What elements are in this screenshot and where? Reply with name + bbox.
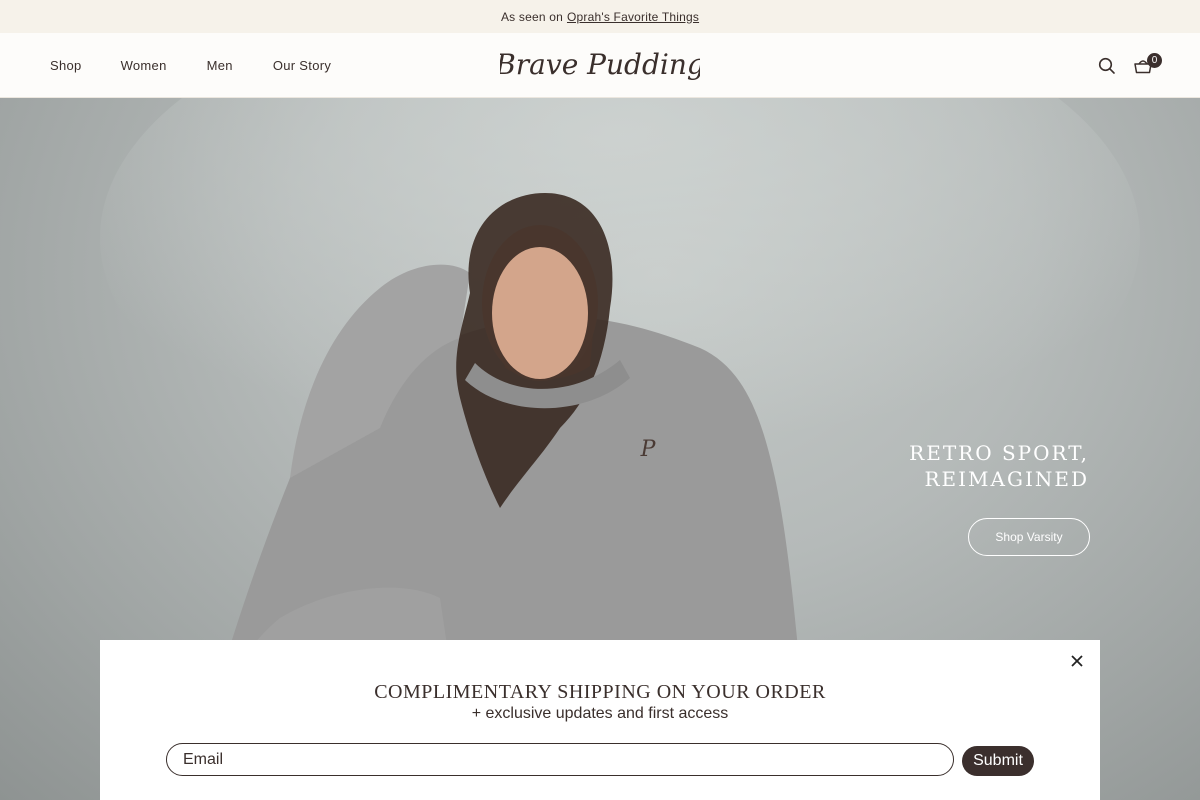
brand-logo[interactable]: Brave Pudding bbox=[494, 43, 705, 87]
email-field[interactable] bbox=[166, 743, 954, 776]
main-nav: Shop Women Men Our Story bbox=[50, 33, 331, 98]
nav-men[interactable]: Men bbox=[207, 58, 233, 73]
hero-title-line1: RETRO SPORT, bbox=[909, 441, 1089, 465]
search-icon[interactable] bbox=[1094, 53, 1120, 79]
brand-logo-text: Brave Pudding bbox=[500, 48, 700, 81]
nav-our-story[interactable]: Our Story bbox=[273, 58, 331, 73]
modal-title: COMPLIMENTARY SHIPPING ON YOUR ORDER bbox=[374, 681, 826, 703]
hero-title: RETRO SPORT, REIMAGINED bbox=[909, 440, 1089, 492]
signup-modal: COMPLIMENTARY SHIPPING ON YOUR ORDER + e… bbox=[100, 640, 1100, 800]
modal-subtitle: + exclusive updates and first access bbox=[471, 705, 729, 722]
close-icon[interactable] bbox=[1068, 652, 1086, 670]
nav-shop[interactable]: Shop bbox=[50, 58, 82, 73]
svg-text:P: P bbox=[640, 437, 657, 462]
submit-button[interactable]: Submit bbox=[962, 746, 1034, 776]
hero-title-line2: REIMAGINED bbox=[924, 467, 1089, 491]
cart-count-badge: 0 bbox=[1147, 53, 1162, 68]
site-header: Shop Women Men Our Story Brave Pudding bbox=[0, 33, 1200, 98]
announcement-bar: As seen on Oprah's Favorite Things bbox=[0, 0, 1200, 33]
shop-varsity-button[interactable]: Shop Varsity bbox=[968, 518, 1090, 556]
announcement-prefix: As seen on bbox=[500, 9, 563, 24]
nav-women[interactable]: Women bbox=[121, 58, 167, 73]
announcement-link[interactable]: Oprah's Favorite Things bbox=[567, 10, 699, 24]
